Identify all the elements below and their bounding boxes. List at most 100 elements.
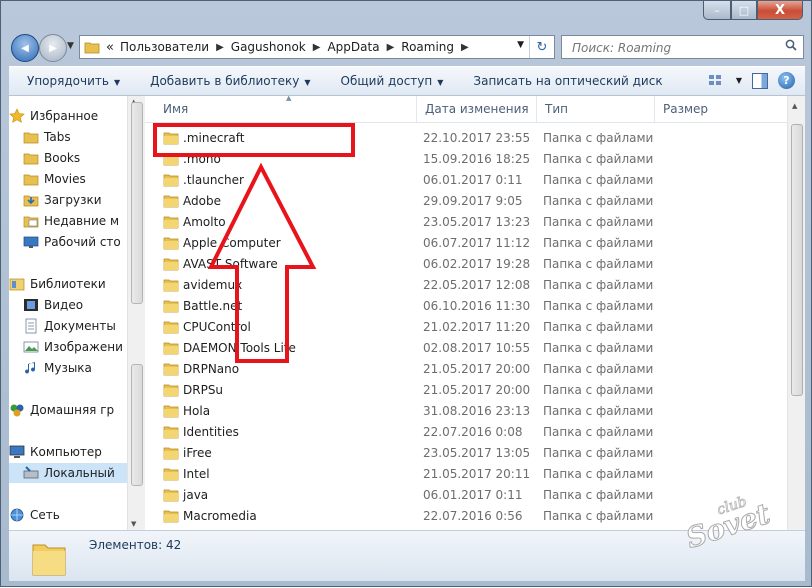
search-box[interactable] xyxy=(561,35,804,59)
file-row[interactable]: Apple Computer 06.07.2017 11:12 Папка с фа… xyxy=(145,233,787,254)
navigation-scroll-thumb-2[interactable] xyxy=(131,364,143,486)
file-name: Intel xyxy=(183,467,210,481)
nav-downloads[interactable]: Загрузки xyxy=(23,190,127,210)
search-input[interactable] xyxy=(570,37,774,59)
column-size[interactable]: Размер xyxy=(655,96,735,122)
explorer-window: – □ X ◀ ▶ ▼ « Пользователи ▶ Gagushonok ▶ … xyxy=(0,0,812,587)
file-row[interactable]: CPUControl 21.02.2017 11:20 Папка с файлам… xyxy=(145,317,787,338)
file-row[interactable]: Adobe 29.09.2017 9:05 Папка с файлами xyxy=(145,191,787,212)
chevron-right-icon[interactable]: ▶ xyxy=(216,42,224,53)
file-row[interactable]: .minecraft 22.10.2017 23:55 Папка с файлам… xyxy=(145,128,787,149)
column-date[interactable]: Дата изменения xyxy=(417,96,537,122)
nav-homegroup[interactable]: Домашняя гр xyxy=(9,400,127,420)
file-date: 02.08.2017 10:55 xyxy=(423,341,531,355)
file-row[interactable]: avidemux 22.05.2017 12:08 Папка с файлами xyxy=(145,275,787,296)
chevron-right-icon[interactable]: ▶ xyxy=(461,42,469,53)
command-bar: Упорядочить ▼ Добавить в библиотеку ▼ Общи… xyxy=(9,66,805,96)
organize-menu[interactable]: Упорядочить ▼ xyxy=(9,74,132,88)
burn-button[interactable]: Записать на оптический диск xyxy=(455,74,674,88)
file-row[interactable]: iFree 23.05.2017 13:05 Папка с файлами xyxy=(145,443,787,464)
nav-computer[interactable]: Компьютер xyxy=(9,442,127,462)
breadcrumb-user[interactable]: Gagushonok ▶ xyxy=(231,40,328,54)
file-name: AVAST Software xyxy=(183,257,278,271)
file-row[interactable]: Identities 22.07.2016 0:08 Папка с файлами xyxy=(145,422,787,443)
nav-network[interactable]: Сеть xyxy=(9,505,127,525)
close-button[interactable]: X xyxy=(757,1,803,20)
nav-desktop[interactable]: Рабочий сто xyxy=(23,232,127,252)
nav-recent-places[interactable]: Недавние м xyxy=(23,211,127,231)
scroll-down-icon[interactable]: ▼ xyxy=(131,520,136,528)
change-view-icon[interactable] xyxy=(708,74,726,88)
chevron-down-icon: ▼ xyxy=(437,78,444,87)
column-type[interactable]: Тип xyxy=(537,96,655,122)
maximize-button[interactable]: □ xyxy=(731,1,757,20)
search-icon[interactable] xyxy=(785,39,797,51)
file-row[interactable]: DRPSu 21.05.2017 20:00 Папка с файлами xyxy=(145,380,787,401)
chevron-right-icon[interactable]: ▶ xyxy=(387,42,395,53)
refresh-button[interactable]: ↻ xyxy=(529,36,554,58)
folder-icon xyxy=(163,321,179,334)
folder-icon xyxy=(163,447,179,460)
folder-icon xyxy=(163,342,179,355)
folder-icon xyxy=(32,544,66,576)
file-row[interactable]: Amolto 23.05.2017 13:23 Папка с файлами xyxy=(145,212,787,233)
recent-pages-dropdown[interactable]: ▼ xyxy=(67,41,74,51)
nav-label: Библиотеки xyxy=(30,277,106,291)
folder-icon xyxy=(23,132,39,144)
nav-documents[interactable]: Документы xyxy=(23,316,127,336)
file-date: 31.08.2016 23:13 xyxy=(423,404,531,418)
folder-icon xyxy=(163,195,179,208)
forward-button[interactable]: ▶ xyxy=(39,34,67,62)
nav-label: Сеть xyxy=(30,508,60,522)
help-button[interactable]: ? xyxy=(778,72,795,89)
file-row[interactable]: .mono 15.09.2016 18:25 Папка с файлами xyxy=(145,149,787,170)
column-name[interactable]: Имя xyxy=(145,96,417,122)
file-row[interactable]: AVAST Software 06.02.2017 19:28 Папка с фа… xyxy=(145,254,787,275)
nav-music[interactable]: Музыка xyxy=(23,358,127,378)
chevron-right-icon[interactable]: ▶ xyxy=(313,42,321,53)
scroll-up-icon[interactable]: ▲ xyxy=(792,102,797,110)
address-overflow-chevron[interactable]: « xyxy=(106,40,114,55)
folder-icon xyxy=(163,174,179,187)
folder-icon xyxy=(163,426,179,439)
file-row[interactable]: Intel 21.05.2017 20:11 Папка с файлами xyxy=(145,464,787,485)
file-list-scrollbar[interactable]: ▲ xyxy=(787,96,805,530)
nav-libraries[interactable]: Библиотеки xyxy=(9,274,127,294)
nav-pictures[interactable]: Изображени xyxy=(23,337,127,357)
file-name: iFree xyxy=(183,446,212,460)
address-history-dropdown[interactable]: ▼ xyxy=(517,40,524,50)
view-dropdown-icon[interactable]: ▼ xyxy=(736,76,742,85)
watermark-logo: club Sovet xyxy=(682,493,775,553)
file-row[interactable]: DAEMON Tools Lite 02.08.2017 10:55 Папка с… xyxy=(145,338,787,359)
file-row[interactable]: Hola 31.08.2016 23:13 Папка с файлами xyxy=(145,401,787,422)
navigation-scrollbar[interactable]: ▲ ▼ xyxy=(127,96,145,530)
nav-favorites[interactable]: Избранное xyxy=(9,106,127,126)
file-row[interactable]: Battle.net 06.10.2016 11:30 Папка с файлам… xyxy=(145,296,787,317)
address-bar[interactable]: « Пользователи ▶ Gagushonok ▶ AppData ▶ Roa… xyxy=(79,35,555,59)
navigation-scroll-thumb[interactable] xyxy=(131,102,143,304)
back-button[interactable]: ◀ xyxy=(11,34,39,62)
burn-label: Записать на оптический диск xyxy=(473,74,663,88)
file-row[interactable]: .tlauncher 06.01.2017 0:11 Папка с файлами xyxy=(145,170,787,191)
breadcrumb-roaming[interactable]: Roaming ▶ xyxy=(401,40,475,54)
share-menu[interactable]: Общий доступ ▼ xyxy=(323,74,456,88)
file-row[interactable]: DRPNano 21.05.2017 20:00 Папка с файлами xyxy=(145,359,787,380)
breadcrumb-appdata[interactable]: AppData ▶ xyxy=(327,40,401,54)
nav-label: Локальный xyxy=(44,466,115,480)
nav-label: Компьютер xyxy=(30,445,102,459)
nav-local-disk[interactable]: Локальный xyxy=(9,463,127,483)
nav-video[interactable]: Видео xyxy=(23,295,127,315)
preview-pane-icon[interactable] xyxy=(752,72,768,89)
nav-tabs[interactable]: Tabs xyxy=(23,127,127,147)
breadcrumb-users[interactable]: Пользователи ▶ xyxy=(120,40,231,54)
nav-books[interactable]: Books xyxy=(23,148,127,168)
file-type: Папка с файлами xyxy=(543,194,654,208)
file-list-scroll-thumb[interactable] xyxy=(791,124,803,396)
nav-movies[interactable]: Movies xyxy=(23,169,127,189)
file-date: 06.02.2017 19:28 xyxy=(423,257,531,271)
file-name: DAEMON Tools Lite xyxy=(183,341,296,355)
minimize-button[interactable]: – xyxy=(703,1,731,20)
star-icon xyxy=(9,108,25,123)
file-name: CPUControl xyxy=(183,320,251,334)
add-to-library-menu[interactable]: Добавить в библиотеку ▼ xyxy=(132,74,322,88)
